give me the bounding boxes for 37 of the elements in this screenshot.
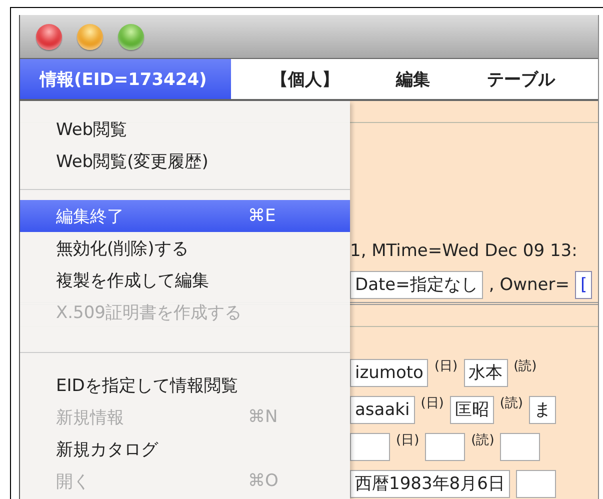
- menu-bar-item[interactable]: 【個人】: [250, 59, 364, 99]
- shortcut-label: ⌘E: [248, 206, 276, 226]
- input-field[interactable]: [350, 432, 390, 460]
- menu-item[interactable]: Web閲覧: [20, 113, 350, 145]
- input-field[interactable]: [516, 470, 556, 498]
- shortcut-label: ⌘N: [248, 407, 278, 427]
- field-label: (日): [420, 395, 444, 412]
- menu-bar-item[interactable]: 情報(EID=173424): [20, 59, 231, 99]
- close-button[interactable]: [36, 24, 62, 50]
- menu-bar-item[interactable]: 編集: [376, 59, 455, 99]
- input-field[interactable]: izumoto: [350, 358, 428, 386]
- field-label: (読): [514, 358, 537, 375]
- owner-field[interactable]: [: [575, 271, 592, 299]
- menu-item[interactable]: 複製を作成して編集: [20, 264, 350, 296]
- record-text: , Owner=: [488, 275, 570, 295]
- field-label: (日): [396, 432, 420, 449]
- input-field[interactable]: [500, 432, 540, 460]
- menu-item[interactable]: 無効化(削除)する: [20, 232, 350, 264]
- menu-item[interactable]: EIDを指定して情報閲覧: [20, 369, 350, 401]
- input-field[interactable]: 匡昭: [450, 396, 494, 424]
- shortcut-label: ⌘O: [248, 471, 278, 491]
- zoom-button[interactable]: [118, 24, 144, 50]
- menu-bar-item[interactable]: テーブル: [466, 59, 580, 99]
- input-field[interactable]: 西暦1983年8月6日: [350, 470, 510, 498]
- field-label: (読): [471, 432, 494, 449]
- minimize-button[interactable]: [77, 24, 103, 50]
- input-field[interactable]: [425, 432, 466, 460]
- field-label: (日): [434, 358, 458, 375]
- field-label: (読): [500, 395, 523, 412]
- menu-item[interactable]: Web閲覧(変更履歴): [20, 145, 350, 177]
- input-field[interactable]: 水本: [464, 358, 508, 386]
- menu-item[interactable]: 新規カタログ: [20, 433, 350, 465]
- input-field[interactable]: ま: [529, 396, 556, 424]
- menu-item[interactable]: 編集終了 ⌘E: [20, 200, 350, 232]
- record-text: 1, MTime=Wed Dec 09 13:: [350, 241, 578, 261]
- input-field[interactable]: asaaki: [350, 396, 415, 424]
- input-field[interactable]: Date=指定なし: [350, 271, 483, 299]
